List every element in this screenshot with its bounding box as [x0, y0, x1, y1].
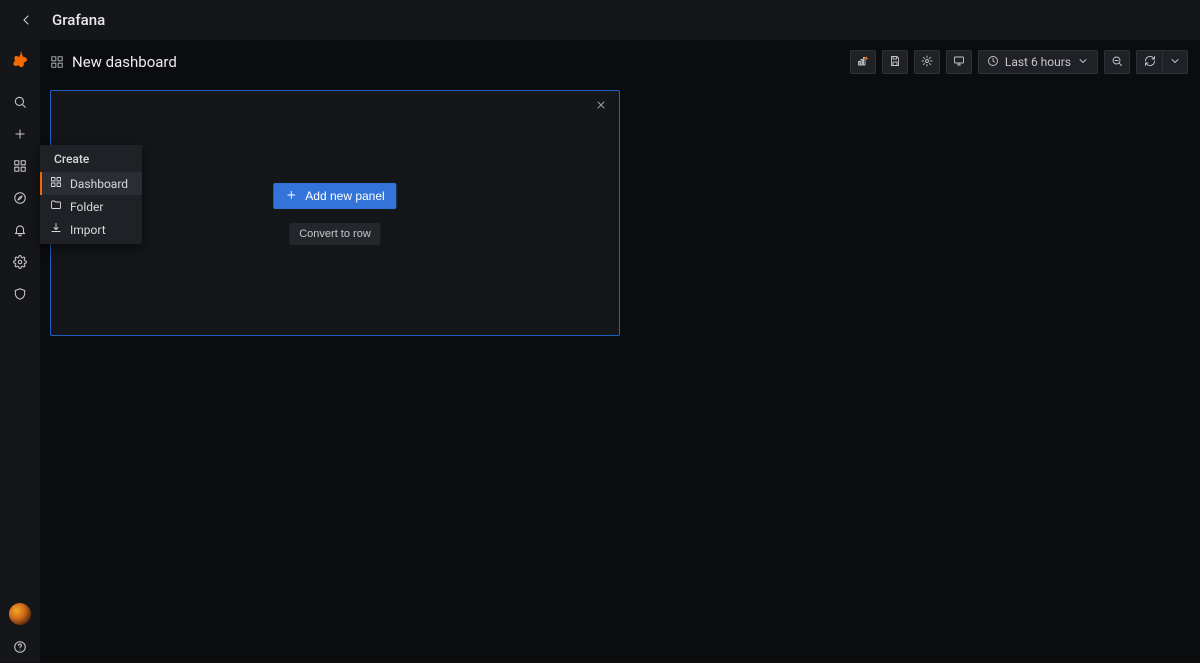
app-title: Grafana [52, 11, 105, 29]
add-new-panel-button[interactable]: Add new panel [273, 183, 396, 209]
create-menu-item-label: Dashboard [70, 177, 128, 191]
create-flyout: Create Dashboard Folder Import [40, 145, 142, 244]
plus-icon [13, 127, 27, 141]
back-button[interactable] [18, 12, 34, 28]
create-menu-item-import[interactable]: Import [40, 218, 142, 241]
add-new-panel-label: Add new panel [305, 189, 384, 203]
dashboard-grid-icon [13, 159, 27, 173]
chevron-down-icon [1169, 55, 1181, 70]
add-panel-button[interactable] [850, 50, 876, 74]
refresh-interval-picker[interactable] [1162, 50, 1188, 74]
help-icon [13, 640, 27, 654]
zoom-out-button[interactable] [1104, 50, 1130, 74]
dashboard-grid-icon [50, 55, 64, 69]
dashboard-toolbar: Last 6 hours [850, 50, 1188, 74]
sidebar-item-create[interactable] [0, 118, 40, 150]
plus-icon [285, 189, 297, 204]
create-menu-item-dashboard[interactable]: Dashboard [40, 172, 142, 195]
sidebar [0, 40, 40, 663]
shield-icon [13, 287, 27, 301]
sidebar-item-alerting[interactable] [0, 214, 40, 246]
convert-to-row-label: Convert to row [299, 228, 371, 240]
create-menu-item-label: Import [70, 223, 106, 237]
sidebar-item-configuration[interactable] [0, 246, 40, 278]
save-dashboard-button[interactable] [882, 50, 908, 74]
refresh-button[interactable] [1136, 50, 1162, 74]
chevron-down-icon [1077, 55, 1089, 70]
gear-icon [13, 255, 27, 269]
close-placeholder-button[interactable] [593, 99, 609, 115]
sidebar-item-admin[interactable] [0, 278, 40, 310]
gear-icon [921, 55, 933, 70]
add-panel-icon [857, 55, 869, 70]
import-icon [50, 222, 62, 237]
clock-icon [987, 55, 999, 70]
monitor-icon [953, 55, 965, 70]
sidebar-item-explore[interactable] [0, 182, 40, 214]
save-icon [889, 55, 901, 70]
dashboard-title[interactable]: New dashboard [72, 53, 177, 71]
sidebar-item-dashboards[interactable] [0, 150, 40, 182]
folder-icon [50, 199, 62, 214]
create-menu-item-label: Folder [70, 200, 103, 214]
dashboard-settings-button[interactable] [914, 50, 940, 74]
create-flyout-title: Create [40, 145, 142, 172]
bell-icon [13, 223, 27, 237]
time-range-label: Last 6 hours [1005, 55, 1071, 69]
zoom-out-icon [1111, 55, 1123, 70]
search-icon [13, 95, 27, 109]
close-icon [595, 99, 607, 115]
grafana-logo[interactable] [6, 48, 34, 76]
user-avatar[interactable] [9, 603, 31, 625]
compass-icon [13, 191, 27, 205]
create-menu-item-folder[interactable]: Folder [40, 195, 142, 218]
refresh-icon [1144, 55, 1156, 70]
dashboard-grid-icon [50, 176, 62, 191]
cycle-view-mode-button[interactable] [946, 50, 972, 74]
time-range-picker[interactable]: Last 6 hours [978, 50, 1098, 74]
sidebar-item-search[interactable] [0, 86, 40, 118]
sidebar-item-help[interactable] [0, 631, 40, 663]
convert-to-row-button[interactable]: Convert to row [289, 223, 381, 245]
